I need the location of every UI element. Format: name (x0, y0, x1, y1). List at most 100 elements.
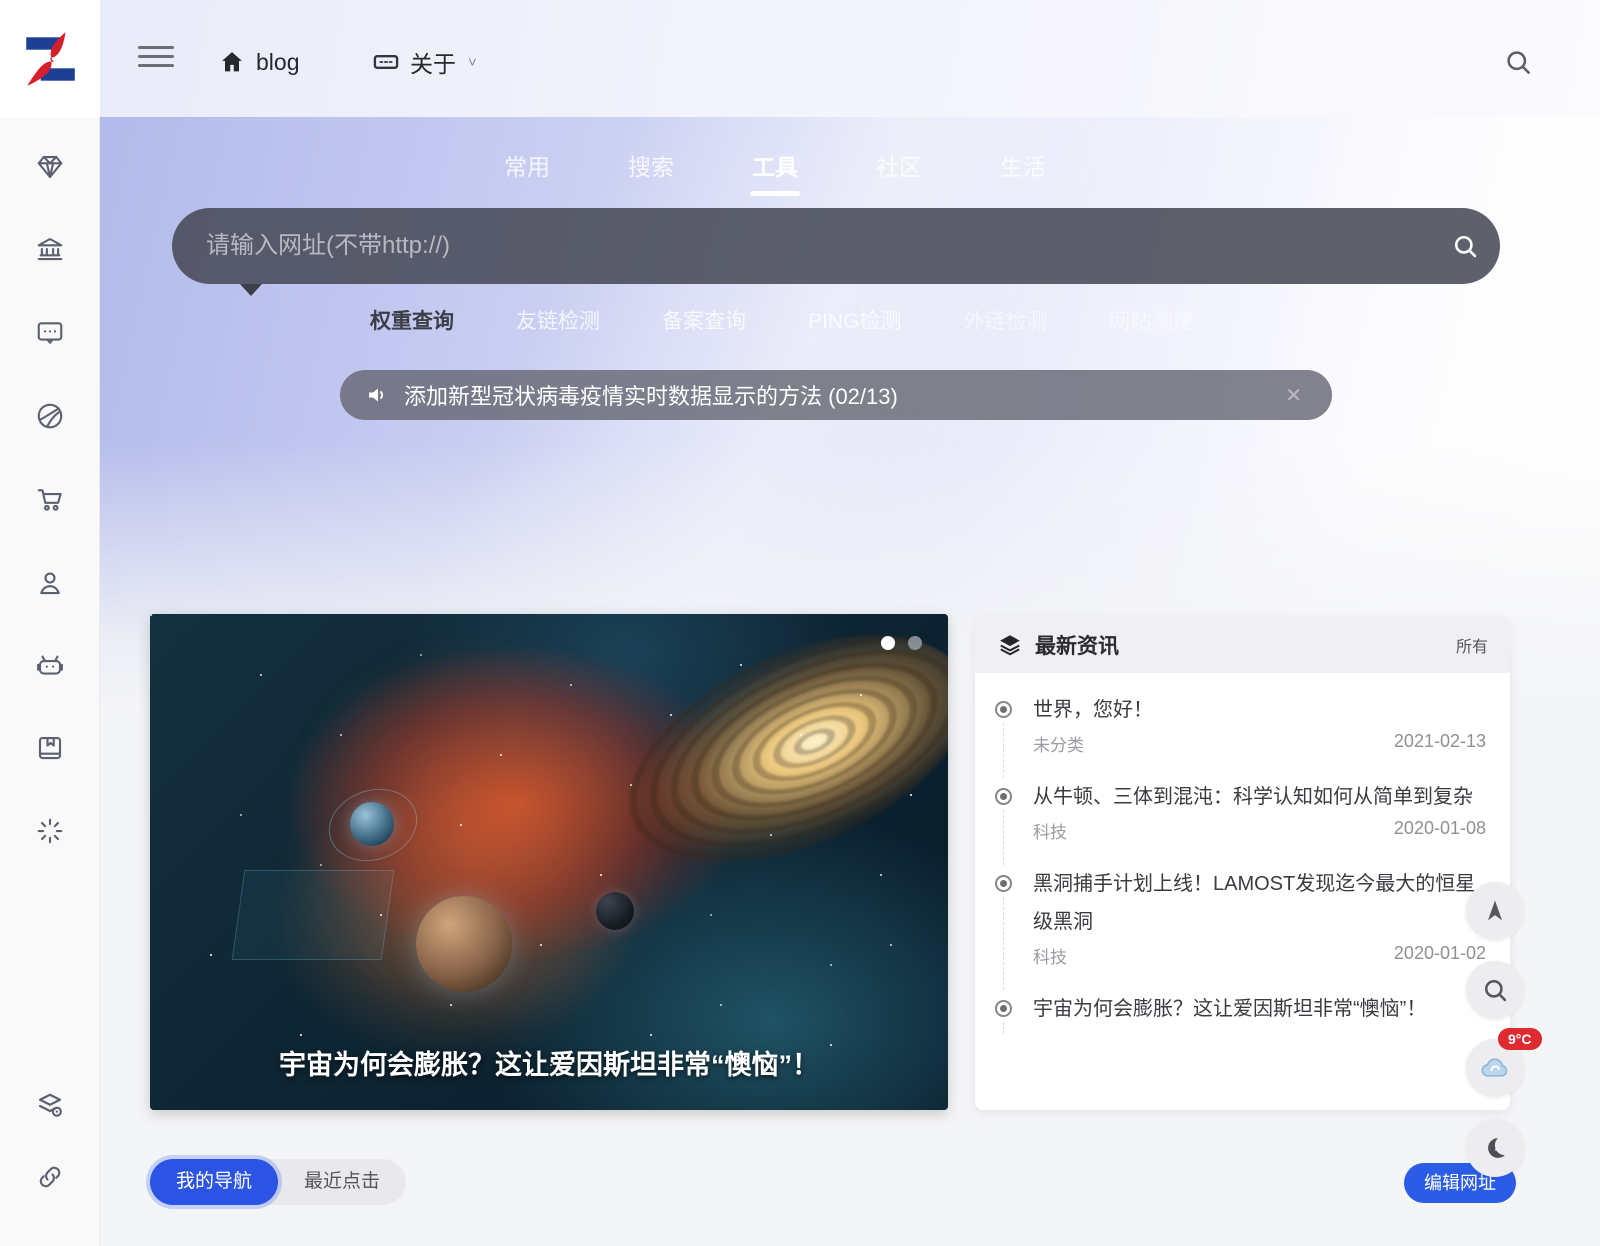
layers-icon (997, 632, 1023, 658)
carousel-caption[interactable]: 宇宙为何会膨胀？这让爱因斯坦非常“懊恼”！ (150, 1043, 948, 1088)
bottom-tab-group: 我的导航 最近点击 (150, 1159, 406, 1205)
sidebar-item-gem[interactable] (30, 147, 70, 187)
news-item-title: 宇宙为何会膨胀？这让爱因斯坦非常“懊恼”！ (1033, 990, 1486, 1028)
planet-art (350, 802, 394, 846)
news-item-category: 科技 (1033, 943, 1067, 968)
latest-news-panel: 最新资讯 所有 世界，您好！ 未分类 2021-02-13 从牛顿、三体到混沌：… (975, 617, 1510, 1110)
tab-recent-clicks[interactable]: 最近点击 (278, 1159, 406, 1205)
sidebar-item-bank[interactable] (30, 229, 70, 269)
robot-icon (35, 651, 65, 681)
about-nav-label: 关于 (410, 45, 456, 79)
subtab-weight-query[interactable]: 权重查询 (370, 305, 454, 335)
tab-changyong[interactable]: 常用 (500, 142, 554, 196)
url-input[interactable] (172, 232, 1430, 260)
chat-icon (35, 317, 65, 347)
z-logo-icon (19, 28, 81, 90)
news-item[interactable]: 宇宙为何会膨胀？这让爱因斯坦非常“懊恼”！ (995, 978, 1486, 1038)
layers-db-icon (35, 1091, 65, 1121)
home-nav-link[interactable]: blog (218, 38, 299, 86)
timeline-dot-icon (995, 1000, 1012, 1017)
spinner-icon (35, 816, 65, 846)
chevron-down-icon: ˅ (468, 54, 477, 71)
theme-toggle-button[interactable] (1466, 1119, 1524, 1177)
news-item-date: 2020-01-08 (1394, 818, 1486, 843)
timeline-dot-icon (995, 788, 1012, 805)
tab-my-navigation[interactable]: 我的导航 (150, 1159, 278, 1205)
news-item[interactable]: 黑洞捕手计划上线！LAMOST发现迄今最大的恒星级黑洞 科技 2020-01-0… (995, 853, 1486, 978)
top-header: blog 关于 ˅ (100, 0, 1600, 117)
sidebar-item-book[interactable] (30, 728, 70, 768)
brand-logo[interactable] (0, 0, 100, 117)
subtab-friendlink-check[interactable]: 友链检测 (516, 305, 600, 335)
subtab-icp-query[interactable]: 备案查询 (662, 305, 746, 335)
close-icon[interactable]: ✕ (1281, 379, 1306, 412)
search-icon (1481, 976, 1509, 1004)
bank-icon (35, 234, 65, 264)
tab-sousuo[interactable]: 搜索 (624, 142, 678, 196)
menu-toggle-button[interactable] (138, 44, 174, 74)
news-item-title: 黑洞捕手计划上线！LAMOST发现迄今最大的恒星级黑洞 (1033, 865, 1486, 941)
sidebar-item-robot[interactable] (30, 646, 70, 686)
subtab-backlink-check[interactable]: 外链检测 (963, 305, 1047, 335)
home-icon (218, 48, 246, 76)
sidebar-item-layers[interactable] (30, 1086, 70, 1126)
subtab-ping-check[interactable]: PING检测 (808, 305, 901, 335)
floating-search-button[interactable] (1466, 961, 1524, 1019)
back-to-top-button[interactable] (1466, 882, 1524, 940)
announcement-text: 添加新型冠状病毒疫情实时数据显示的方法 (02/13) (404, 379, 1281, 411)
carousel-dot-1[interactable] (881, 636, 895, 650)
link-icon (35, 1162, 65, 1192)
carousel-dots (881, 636, 922, 650)
book-icon (35, 733, 65, 763)
news-item-category: 未分类 (1033, 731, 1084, 756)
hero-carousel[interactable]: 宇宙为何会膨胀？这让爱因斯坦非常“懊恼”！ (150, 614, 948, 1110)
subtab-speed-test[interactable]: 网站测速 (1109, 305, 1193, 335)
search-icon (1503, 47, 1533, 77)
cloud-weather-icon (1478, 1051, 1512, 1085)
header-search-button[interactable] (1498, 42, 1538, 82)
news-list: 世界，您好！ 未分类 2021-02-13 从牛顿、三体到混沌：科学认知如何从简… (975, 673, 1510, 1038)
news-item-date: 2020-01-02 (1394, 943, 1486, 968)
globe-icon (35, 401, 65, 431)
news-panel-title: 最新资讯 (1035, 630, 1456, 660)
speaker-icon (366, 383, 390, 407)
sidebar-item-user[interactable] (30, 563, 70, 603)
sidebar-item-cart[interactable] (30, 479, 70, 519)
category-tabs: 常用 搜索 工具 社区 生活 (100, 142, 1450, 196)
message-badge-icon (372, 48, 400, 76)
planet-art (416, 896, 512, 992)
temperature-badge: 9°C (1498, 1028, 1542, 1050)
url-search-bar (172, 208, 1500, 284)
sidebar-item-spinner[interactable] (30, 811, 70, 851)
timeline-dot-icon (995, 875, 1012, 892)
news-item-title: 世界，您好！ (1033, 691, 1486, 729)
tab-shequ[interactable]: 社区 (872, 142, 926, 196)
news-item-date: 2021-02-13 (1394, 731, 1486, 756)
sidebar-item-chat[interactable] (30, 312, 70, 352)
planet-art (596, 892, 634, 930)
carousel-image (150, 614, 948, 1110)
sidebar (0, 0, 100, 1246)
tab-shenghuo[interactable]: 生活 (996, 142, 1050, 196)
news-item[interactable]: 从牛顿、三体到混沌：科学认知如何从简单到复杂 科技 2020-01-08 (995, 766, 1486, 853)
news-item-category: 科技 (1033, 818, 1067, 843)
news-item[interactable]: 世界，您好！ 未分类 2021-02-13 (995, 679, 1486, 766)
about-nav-link[interactable]: 关于 ˅ (372, 38, 477, 86)
tab-gongju[interactable]: 工具 (748, 142, 802, 196)
timeline-dot-icon (995, 701, 1012, 718)
search-submit-button[interactable] (1430, 208, 1500, 284)
tool-subtabs: 权重查询 友链检测 备案查询 PING检测 外链检测 网站测速 (100, 305, 1450, 335)
carousel-dot-2[interactable] (908, 636, 922, 650)
home-nav-label: blog (256, 49, 299, 76)
cart-icon (35, 484, 65, 514)
sidebar-item-link[interactable] (30, 1157, 70, 1197)
announcement-bar[interactable]: 添加新型冠状病毒疫情实时数据显示的方法 (02/13) ✕ (340, 370, 1332, 420)
news-panel-header: 最新资讯 所有 (975, 617, 1510, 673)
news-all-link[interactable]: 所有 (1456, 633, 1488, 657)
nav-arrow-icon (1481, 897, 1509, 925)
user-icon (35, 568, 65, 598)
sidebar-item-globe[interactable] (30, 396, 70, 436)
news-item-title: 从牛顿、三体到混沌：科学认知如何从简单到复杂 (1033, 778, 1486, 816)
moon-icon (1481, 1134, 1509, 1162)
gem-icon (35, 152, 65, 182)
